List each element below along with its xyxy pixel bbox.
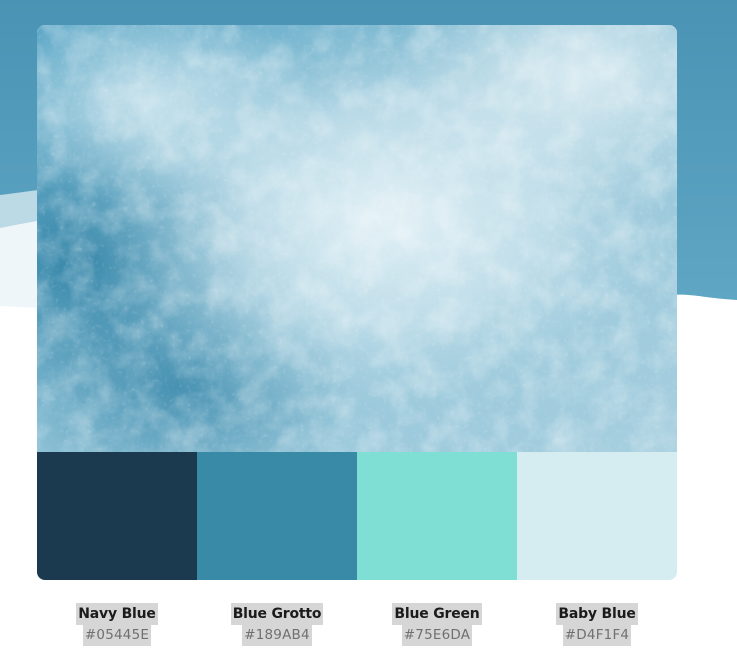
color-name: Blue Grotto bbox=[230, 603, 324, 625]
label-blue-green: Blue Green #75E6DA bbox=[357, 603, 517, 653]
swatch-navy-blue bbox=[37, 452, 197, 580]
ocean-wave-photo bbox=[37, 25, 677, 452]
color-name: Navy Blue bbox=[76, 603, 158, 625]
color-name: Baby Blue bbox=[556, 603, 638, 625]
color-hex-code: #75E6DA bbox=[401, 625, 473, 646]
label-navy-blue: Navy Blue #05445E bbox=[37, 603, 197, 653]
label-blue-grotto: Blue Grotto #189AB4 bbox=[197, 603, 357, 653]
color-swatches bbox=[37, 452, 677, 580]
color-hex-code: #189AB4 bbox=[242, 625, 312, 646]
swatch-blue-grotto bbox=[197, 452, 357, 580]
color-hex-code: #D4F1F4 bbox=[562, 625, 632, 646]
swatch-baby-blue bbox=[517, 452, 677, 580]
color-hex-code: #05445E bbox=[82, 625, 152, 646]
palette-card bbox=[37, 25, 677, 580]
color-name: Blue Green bbox=[392, 603, 482, 625]
swatch-blue-green bbox=[357, 452, 517, 580]
label-baby-blue: Baby Blue #D4F1F4 bbox=[517, 603, 677, 653]
palette-labels: Navy Blue #05445E Blue Grotto #189AB4 Bl… bbox=[37, 603, 677, 653]
